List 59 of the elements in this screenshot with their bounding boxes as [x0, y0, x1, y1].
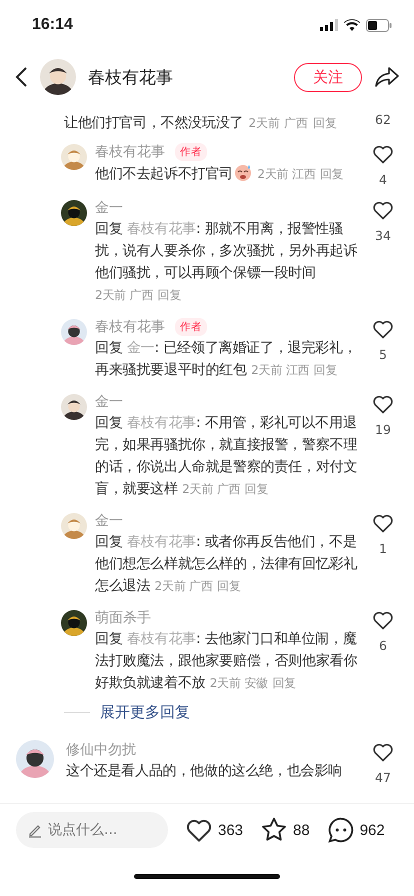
favorite-count: 88: [293, 822, 310, 838]
reply-target[interactable]: 春枝有花事: [126, 221, 196, 237]
user-name[interactable]: 修仙中勿扰: [66, 740, 136, 760]
reply-link[interactable]: 回复: [244, 482, 268, 496]
comment-text: 回复 春枝有花事: 不用管，彩礼可以不用退完，如果再骚扰你，就直接报警，警察不理的话，你说出人命就是警察的责任，对付文盲，就要这样 2天前 广西 回复: [95, 414, 358, 499]
like-count: 363: [218, 822, 244, 838]
reply-target[interactable]: 春枝有花事: [126, 534, 196, 550]
comment-meta: 2天前 广西: [95, 288, 154, 302]
like-count: 4: [379, 172, 387, 187]
user-name[interactable]: 萌面杀手: [95, 608, 151, 628]
user-name[interactable]: 金一: [95, 198, 123, 218]
comment-text: 这个还是看人品的，他做的这么绝，也会影响: [66, 763, 342, 779]
like-count: 47: [375, 770, 391, 785]
author-tag: 作者: [175, 143, 207, 161]
reply-target[interactable]: 金一: [126, 340, 155, 356]
comment-meta: 2天前 广西: [248, 116, 308, 130]
reply-link[interactable]: 回复: [158, 288, 182, 302]
like-count: 5: [379, 347, 387, 362]
user-name[interactable]: 春枝有花事: [95, 142, 165, 162]
like-count: 6: [379, 638, 387, 653]
wifi-icon: [344, 19, 360, 31]
reply-link[interactable]: 回复: [217, 579, 241, 593]
reply-link[interactable]: 回复: [272, 676, 296, 690]
author-tag: 作者: [175, 318, 207, 336]
user-name[interactable]: 金一: [95, 511, 123, 531]
comment-meta: 2天前 广西: [154, 579, 213, 593]
battery-icon: [366, 18, 392, 32]
comment-text: 回复 春枝有花事: 那就不用离，报警性骚扰，说有人要杀你，多次骚扰，另外再起诉他们骚扰，可以再顾个保镖一段时间 2天前 广西 回复: [95, 220, 358, 304]
comment-text: 回复 春枝有花事: 或者你再反告他们，不是他们想怎么样就怎么样的，法律有回忆彩礼怎么退法 2天前 广西 回复: [95, 533, 358, 596]
comment-meta: 2天前 江西: [251, 363, 310, 377]
user-name[interactable]: 春枝有花事: [95, 317, 165, 337]
comment-input[interactable]: 说点什么...: [16, 812, 168, 848]
comment-meta: 2天前 江西: [257, 167, 316, 181]
comment-text: 回复 金一: 已经领了离婚证了，退完彩礼，再来骚扰要退平时的红包 2天前 江西 回复: [95, 339, 358, 380]
reply-target[interactable]: 春枝有花事: [126, 631, 196, 647]
like-count: 34: [375, 228, 391, 243]
comment-text: 回复 春枝有花事: 去他家门口和单位闹，魔法打败魔法，跟他家要赔偿，否则他家看你好欺负就逮着不放 2天前 安徽 回复: [95, 630, 358, 693]
expand-replies-link[interactable]: 展开更多回复: [100, 703, 190, 722]
like-count: 19: [375, 422, 391, 437]
comment-text: 他们不去起诉不打官司 2天前 江西 回复: [95, 162, 358, 185]
reply-target[interactable]: 春枝有花事: [126, 415, 196, 431]
reply-link[interactable]: 回复: [313, 116, 338, 130]
author-name[interactable]: 春枝有花事: [88, 66, 282, 88]
share-icon[interactable]: [374, 65, 400, 89]
back-icon[interactable]: [14, 66, 28, 88]
signal-icon: [320, 19, 338, 31]
reply-link[interactable]: 回复: [314, 363, 338, 377]
user-name[interactable]: 金一: [95, 392, 123, 412]
like-count: 1: [379, 541, 387, 556]
status-time: 16:14: [32, 16, 73, 34]
speech-bubble-icon[interactable]: [326, 815, 356, 845]
comment-meta: 2天前 安徽: [210, 676, 268, 690]
like-count: 62: [375, 112, 391, 127]
home-indicator[interactable]: [134, 874, 280, 878]
comment-count: 962: [360, 822, 385, 838]
reply-link[interactable]: 回复: [320, 167, 344, 181]
comment-meta: 2天前 广西: [182, 482, 240, 496]
comment-text: 让他们打官司，不然没玩没了: [64, 115, 244, 131]
follow-button[interactable]: 关注: [294, 62, 362, 92]
